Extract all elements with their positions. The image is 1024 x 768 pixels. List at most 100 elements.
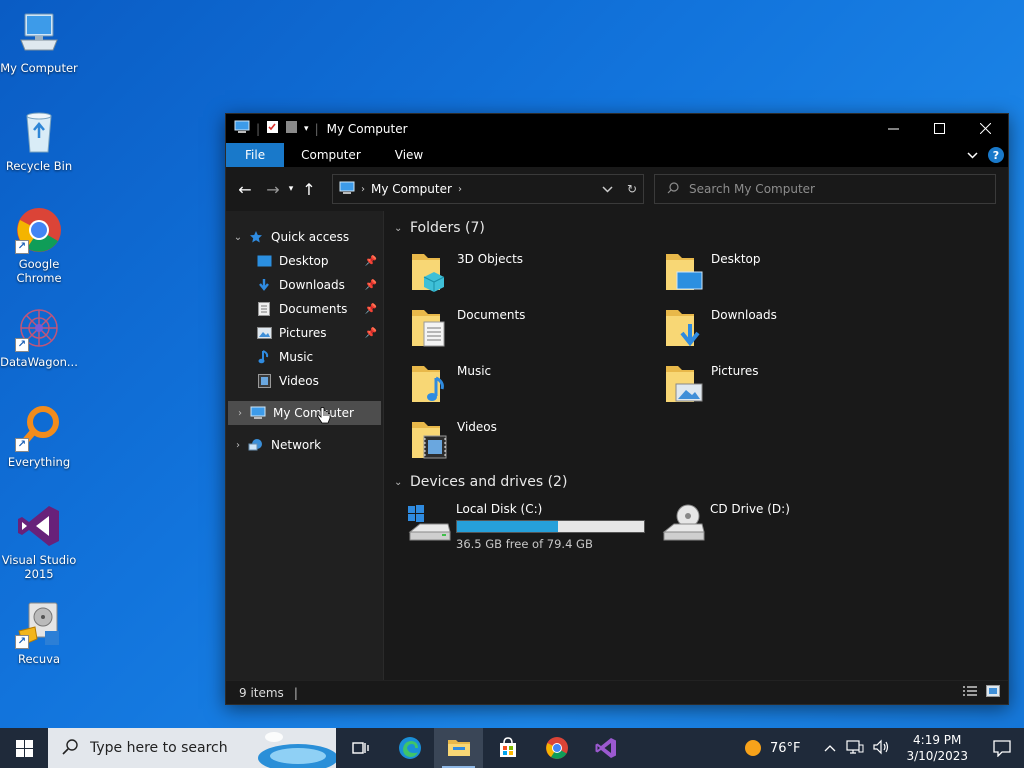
- taskbar-store[interactable]: [483, 728, 532, 768]
- nav-videos[interactable]: Videos: [226, 369, 383, 393]
- minimize-button[interactable]: [870, 114, 916, 143]
- taskbar-chrome[interactable]: [532, 728, 581, 768]
- desktop-icon-label: Recycle Bin: [5, 159, 73, 173]
- tab-computer[interactable]: Computer: [284, 143, 378, 167]
- taskbar-visual-studio[interactable]: [581, 728, 630, 768]
- folder-videos[interactable]: Videos: [392, 410, 646, 466]
- new-folder-icon[interactable]: [285, 120, 298, 137]
- shortcut-arrow-icon: ↗: [15, 635, 29, 649]
- address-dropdown-icon[interactable]: [602, 182, 613, 196]
- folder-documents[interactable]: Documents: [392, 298, 646, 354]
- nav-label: Documents: [279, 302, 348, 316]
- desktop-icon-chrome[interactable]: ↗ Google Chrome: [0, 206, 78, 285]
- nav-music[interactable]: Music: [226, 345, 383, 369]
- download-arrow-icon: [256, 277, 272, 293]
- quick-access-toolbar: | ▾ |: [234, 120, 319, 137]
- nav-desktop[interactable]: Desktop 📌: [226, 249, 383, 273]
- nav-label: Desktop: [279, 254, 329, 268]
- breadcrumb-separator-icon[interactable]: ›: [361, 184, 365, 195]
- chevron-down-icon[interactable]: ⌄: [228, 232, 248, 243]
- desktop-icon-visual-studio[interactable]: Visual Studio 2015: [0, 502, 78, 581]
- help-icon[interactable]: ?: [988, 147, 1004, 163]
- pin-icon[interactable]: 📌: [365, 328, 377, 339]
- nav-downloads[interactable]: Downloads 📌: [226, 273, 383, 297]
- desktop-icon-recuva[interactable]: ↗ Recuva: [0, 601, 78, 666]
- clock[interactable]: 4:19 PM 3/10/2023: [894, 732, 980, 764]
- properties-icon[interactable]: [266, 120, 279, 137]
- nav-label: Downloads: [279, 278, 345, 292]
- pin-icon[interactable]: 📌: [365, 280, 377, 291]
- refresh-icon[interactable]: ↻: [627, 182, 637, 196]
- pin-icon[interactable]: 📌: [365, 256, 377, 267]
- system-tray: 76°F 4:19 PM 3/10/2023: [744, 728, 1024, 768]
- expand-ribbon-icon[interactable]: [967, 149, 978, 162]
- desktop-icon-everything[interactable]: ↗ Everything: [0, 404, 78, 469]
- folders-group-header[interactable]: ⌄ Folders (7): [392, 214, 1008, 242]
- file-explorer-icon: [447, 740, 470, 756]
- search-box[interactable]: [654, 174, 996, 204]
- folder-music[interactable]: Music: [392, 354, 646, 410]
- taskbar-search-input[interactable]: [90, 740, 260, 756]
- weather-widget[interactable]: 76°F: [744, 739, 819, 757]
- taskbar-edge[interactable]: [385, 728, 434, 768]
- chevron-right-icon[interactable]: ›: [228, 440, 248, 451]
- volume-icon[interactable]: [868, 739, 894, 758]
- taskbar-search-box[interactable]: [48, 728, 336, 768]
- search-icon: [667, 181, 679, 197]
- tab-view[interactable]: View: [378, 143, 440, 167]
- folder-pictures[interactable]: Pictures: [646, 354, 900, 410]
- back-button[interactable]: ←: [234, 180, 256, 199]
- folder-3d-objects[interactable]: 3D Objects: [392, 242, 646, 298]
- task-view-button[interactable]: [336, 728, 385, 768]
- title-bar[interactable]: | ▾ | My Computer: [226, 114, 1008, 143]
- up-button[interactable]: ↑: [298, 180, 320, 199]
- breadcrumb-my-computer[interactable]: My Computer: [371, 182, 452, 196]
- folder-name: Downloads: [711, 308, 777, 322]
- taskbar: 76°F 4:19 PM 3/10/2023: [0, 728, 1024, 768]
- folder-desktop[interactable]: Desktop: [646, 242, 900, 298]
- desktop-icon-my-computer[interactable]: My Computer: [0, 10, 78, 75]
- desktop-icon-label: Visual Studio 2015: [1, 553, 77, 581]
- toolbar-separator: |: [314, 121, 319, 136]
- store-icon: [499, 737, 516, 757]
- chevron-right-icon[interactable]: ›: [230, 408, 250, 419]
- group-title: Devices and drives (2): [410, 474, 568, 490]
- folder-downloads[interactable]: Downloads: [646, 298, 900, 354]
- drives-group-header[interactable]: ⌄ Devices and drives (2): [392, 468, 1008, 496]
- show-hidden-icons-icon[interactable]: [818, 741, 842, 755]
- notification-button[interactable]: [980, 739, 1024, 757]
- search-input[interactable]: [689, 182, 969, 196]
- address-field[interactable]: › My Computer › ↻: [332, 174, 644, 204]
- drive-c[interactable]: Local Disk (C:) 36.5 GB free of 79.4 GB: [392, 496, 646, 556]
- desktop-icon-recycle-bin[interactable]: Recycle Bin: [0, 108, 78, 173]
- start-button[interactable]: [0, 728, 48, 768]
- nav-documents[interactable]: Documents 📌: [226, 297, 383, 321]
- drive-usage-bar: [456, 520, 645, 533]
- nav-my-computer[interactable]: › My Computer: [228, 401, 381, 425]
- breadcrumb-separator-icon[interactable]: ›: [458, 184, 462, 195]
- forward-button[interactable]: →: [262, 180, 284, 199]
- pictures-folder-icon: [664, 362, 704, 404]
- chevron-down-icon[interactable]: ⌄: [394, 223, 410, 234]
- maximize-button[interactable]: [916, 114, 962, 143]
- large-icons-view-icon[interactable]: [986, 685, 1000, 700]
- pin-icon[interactable]: 📌: [365, 304, 377, 315]
- details-view-icon[interactable]: [962, 685, 978, 700]
- clock-date: 3/10/2023: [906, 749, 968, 763]
- desktop-icon-datawagon[interactable]: ↗ DataWagon...: [0, 304, 78, 369]
- nav-pictures[interactable]: Pictures 📌: [226, 321, 383, 345]
- close-button[interactable]: [962, 114, 1008, 143]
- nav-network[interactable]: › Network: [226, 433, 383, 457]
- drive-d[interactable]: CD Drive (D:): [646, 496, 900, 556]
- customize-toolbar-icon[interactable]: ▾: [304, 124, 309, 134]
- recent-locations-button[interactable]: ▾: [284, 184, 298, 194]
- tab-file[interactable]: File: [226, 143, 285, 167]
- nav-quick-access[interactable]: ⌄ Quick access: [226, 225, 383, 249]
- chevron-down-icon[interactable]: ⌄: [394, 477, 410, 488]
- folder-name: Videos: [457, 420, 497, 434]
- downloads-folder-icon: [664, 306, 704, 348]
- folders-grid: 3D Objects Desktop Documents Downloads M…: [392, 242, 1008, 466]
- network-status-icon[interactable]: [842, 739, 868, 758]
- taskbar-file-explorer[interactable]: [434, 728, 483, 768]
- sun-icon: [744, 740, 761, 756]
